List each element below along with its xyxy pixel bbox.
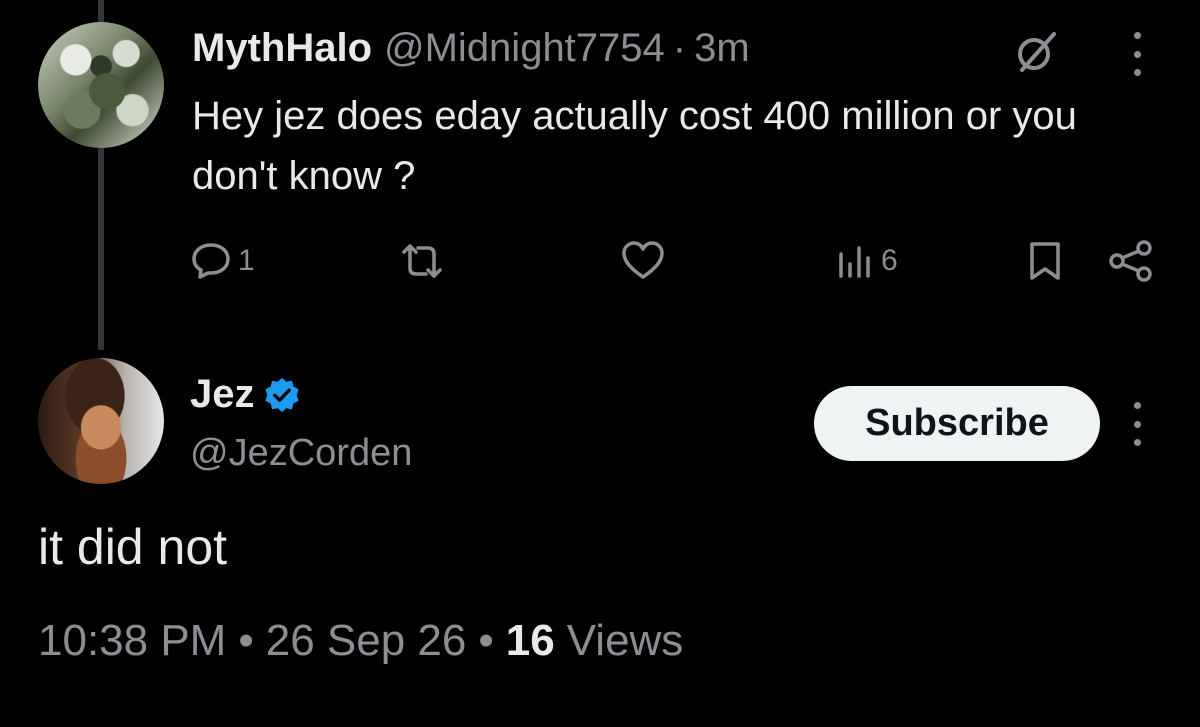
tweet-actions: 1 6 — [0, 240, 1200, 290]
reply-icon — [192, 243, 230, 279]
like-icon — [622, 241, 664, 279]
author-handle[interactable]: @Midnight7754 — [384, 26, 665, 71]
tweet-header: Jez — [190, 372, 301, 417]
header-separator: · — [672, 26, 687, 70]
share-button[interactable] — [1108, 240, 1154, 282]
author-name[interactable]: Jez — [190, 372, 255, 417]
avatar[interactable] — [38, 22, 164, 148]
bookmark-icon — [1030, 242, 1060, 280]
retweet-icon — [402, 244, 442, 278]
meta-separator: • — [478, 616, 494, 665]
bookmark-button[interactable] — [1026, 240, 1064, 282]
verified-icon — [264, 377, 299, 412]
views-button[interactable]: 6 — [835, 240, 898, 282]
author-handle[interactable]: @JezCorden — [190, 432, 412, 475]
views-count[interactable]: 16 — [506, 616, 555, 666]
retweet-button[interactable] — [398, 240, 446, 282]
more-icon[interactable] — [1130, 402, 1144, 446]
avatar[interactable] — [38, 358, 164, 484]
more-icon[interactable] — [1130, 32, 1144, 76]
reply-button[interactable]: 1 — [190, 240, 255, 282]
views-icon — [839, 246, 870, 278]
reply-count: 1 — [238, 244, 255, 277]
tweet-header: MythHalo @Midnight7754 · 3m — [192, 26, 750, 78]
author-name[interactable]: MythHalo — [192, 26, 372, 71]
views-label[interactable]: Views — [567, 616, 684, 666]
like-button[interactable] — [620, 240, 666, 282]
grok-icon[interactable] — [1012, 28, 1060, 76]
views-count: 6 — [881, 244, 898, 277]
meta-separator: • — [238, 616, 254, 665]
subscribe-button[interactable]: Subscribe — [814, 386, 1100, 461]
tweet-time[interactable]: 3m — [694, 26, 750, 71]
tweet-text: Hey jez does eday actually cost 400 mill… — [192, 94, 1077, 198]
tweet-meta: 10:38 PM • 26 Sep 26 • 16 Views — [38, 616, 683, 666]
tweet-timestamp[interactable]: 10:38 PM — [38, 616, 226, 666]
tweet-date[interactable]: 26 Sep 26 — [266, 616, 467, 666]
share-icon — [1109, 240, 1152, 282]
tweet-text: it did not — [38, 519, 228, 575]
